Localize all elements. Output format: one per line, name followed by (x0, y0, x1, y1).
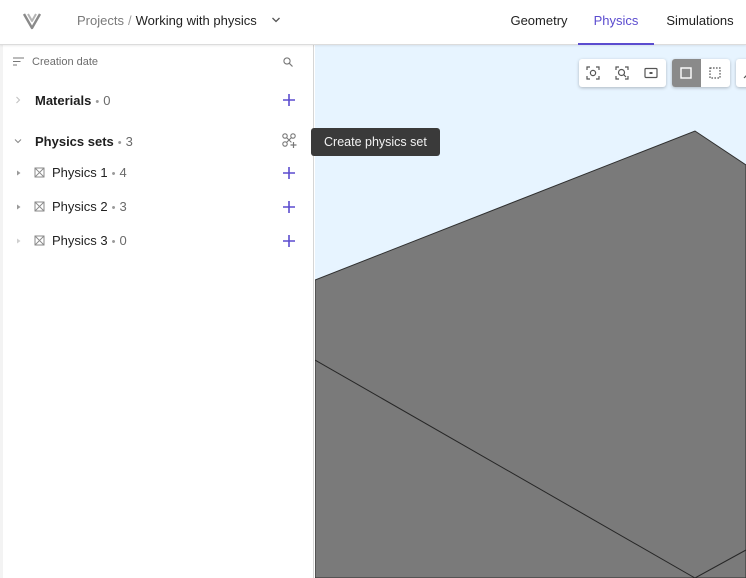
count-separator: • (117, 137, 122, 149)
physics-item-title: Physics 1 (52, 165, 108, 180)
wireframe-mode-icon[interactable] (707, 65, 723, 81)
zoom-selection-icon[interactable] (614, 65, 630, 81)
tab-physics[interactable]: Physics (578, 0, 654, 45)
plus-icon[interactable] (282, 234, 296, 248)
frame-icon[interactable] (643, 65, 659, 81)
physics-item-row[interactable]: Physics 2 • 3 (0, 193, 314, 221)
physics-sets-count: 3 (125, 134, 133, 149)
panel-left-edge (0, 45, 3, 578)
plus-icon[interactable] (282, 166, 296, 180)
sort-label[interactable]: Creation date (32, 56, 98, 68)
search-icon[interactable] (283, 57, 293, 67)
count-separator: • (111, 168, 116, 180)
geometry-model[interactable] (315, 45, 746, 578)
sort-icon[interactable] (13, 57, 24, 66)
solid-mode-icon[interactable] (678, 65, 694, 81)
physics-item-label: Physics 3 • 0 (52, 233, 127, 250)
breadcrumb: Projects / Working with physics (77, 13, 257, 29)
tab-geometry[interactable]: Geometry (496, 0, 582, 45)
physics-item-count: 3 (119, 199, 127, 214)
materials-label: Materials • 0 (35, 93, 110, 110)
physics-item-label: Physics 2 • 3 (52, 199, 127, 216)
view-controls-toolbar (579, 59, 666, 87)
physics-item-icon (34, 201, 45, 212)
chevron-right-icon[interactable] (15, 237, 23, 245)
physics-sets-label: Physics sets • 3 (35, 134, 133, 151)
plus-icon[interactable] (282, 200, 296, 214)
chevron-right-icon[interactable] (15, 169, 23, 177)
chevron-right-icon[interactable] (14, 96, 22, 104)
tab-simulations[interactable]: Simulations (654, 0, 746, 45)
physics-item-row[interactable]: Physics 3 • 0 (0, 227, 314, 255)
physics-item-row[interactable]: Physics 1 • 4 (0, 159, 314, 187)
physics-item-count: 4 (119, 165, 127, 180)
physics-item-title: Physics 3 (52, 233, 108, 248)
count-separator: • (95, 96, 100, 108)
display-mode-toolbar (672, 59, 730, 87)
physics-item-title: Physics 2 (52, 199, 108, 214)
materials-row[interactable]: Materials • 0 (0, 86, 314, 114)
more-tools-icon[interactable] (740, 65, 746, 81)
physics-sets-row[interactable]: Physics sets • 3 (0, 127, 314, 155)
add-material-plus-icon[interactable] (282, 93, 296, 107)
count-separator: • (111, 202, 116, 214)
app-logo-icon[interactable] (22, 11, 42, 31)
top-bar: Projects / Working with physics Geometry P… (0, 0, 746, 45)
physics-item-icon (34, 235, 45, 246)
3d-viewport[interactable] (315, 45, 746, 578)
create-physics-set-tooltip: Create physics set (311, 128, 440, 156)
physics-item-icon (34, 167, 45, 178)
materials-title: Materials (35, 93, 92, 108)
physics-item-count: 0 (119, 233, 127, 248)
breadcrumb-projects-link[interactable]: Projects (77, 13, 124, 28)
chevron-down-icon[interactable] (271, 16, 281, 24)
physics-sets-title: Physics sets (35, 134, 114, 149)
fit-view-icon[interactable] (585, 65, 601, 81)
panel-toolbar: Creation date (0, 45, 314, 79)
count-separator: • (111, 236, 116, 248)
materials-count: 0 (103, 93, 111, 108)
breadcrumb-separator: / (127, 13, 132, 28)
breadcrumb-current-project[interactable]: Working with physics (136, 13, 257, 28)
extra-view-toolbar (736, 59, 746, 87)
physics-tree-panel: Creation date Materials • 0 Physics sets • 3 (0, 45, 314, 578)
chevron-down-icon[interactable] (14, 137, 22, 145)
create-physics-set-icon[interactable] (281, 132, 298, 149)
physics-item-label: Physics 1 • 4 (52, 165, 127, 182)
chevron-right-icon[interactable] (15, 203, 23, 211)
